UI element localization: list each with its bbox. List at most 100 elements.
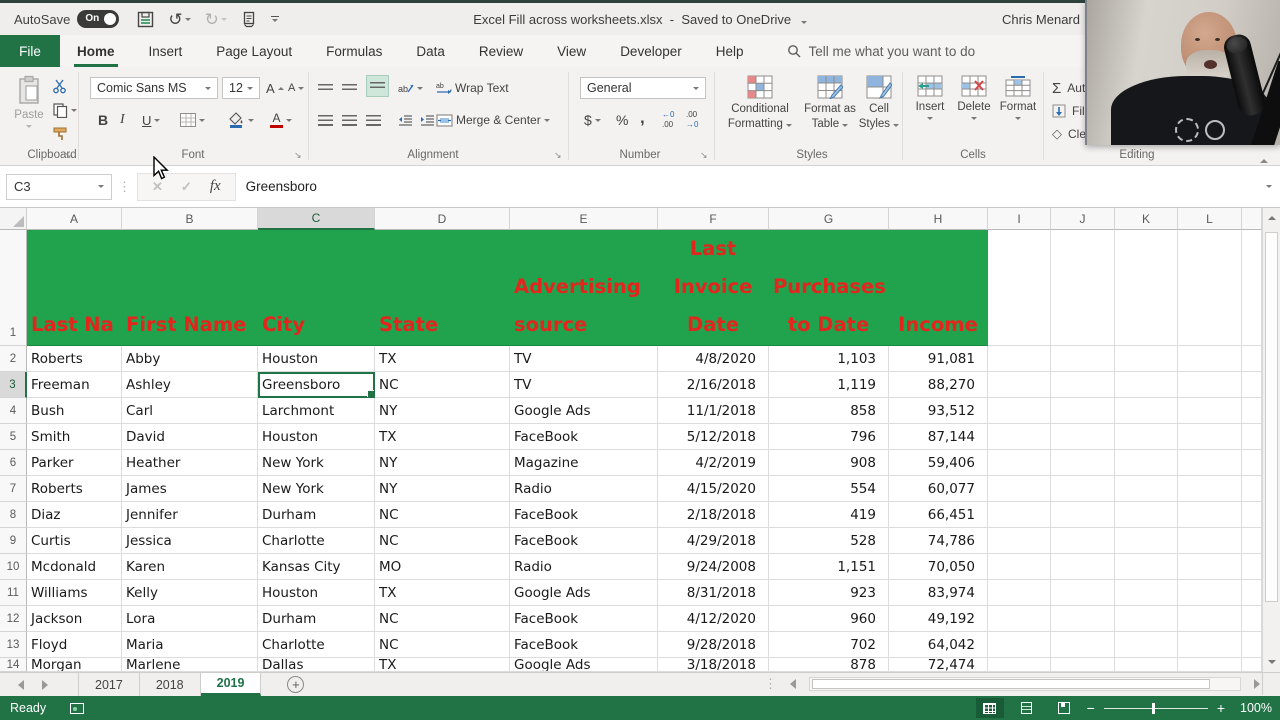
- shrink-font-button[interactable]: A: [288, 77, 304, 99]
- cell[interactable]: New York: [258, 476, 375, 502]
- cell[interactable]: Jackson: [27, 606, 122, 632]
- cell[interactable]: Heather: [122, 450, 258, 476]
- tab-developer[interactable]: Developer: [603, 35, 699, 67]
- cell[interactable]: TV: [510, 372, 658, 398]
- page-break-view-button[interactable]: [1050, 698, 1078, 718]
- cell[interactable]: TX: [375, 346, 510, 372]
- cell[interactable]: 3/18/2018: [658, 658, 769, 672]
- cell[interactable]: [1242, 424, 1262, 450]
- sheet-tab-2018[interactable]: 2018: [140, 673, 201, 696]
- format-as-table-button[interactable]: Format as Table: [800, 75, 860, 132]
- row-header-11[interactable]: 11: [0, 580, 27, 606]
- cell[interactable]: Carl: [122, 398, 258, 424]
- cell[interactable]: [1115, 450, 1178, 476]
- cell[interactable]: [1115, 372, 1178, 398]
- row-header-1[interactable]: 1: [0, 230, 27, 346]
- macro-record-icon[interactable]: [70, 703, 84, 714]
- cell[interactable]: [1115, 476, 1178, 502]
- font-dialog-launcher[interactable]: ↘: [294, 150, 302, 161]
- cell[interactable]: [1051, 450, 1115, 476]
- cell[interactable]: [1178, 398, 1242, 424]
- cell[interactable]: 4/29/2018: [658, 528, 769, 554]
- font-name-select[interactable]: Comic Sans MS: [90, 77, 218, 99]
- formula-input[interactable]: Greensboro: [246, 179, 1266, 194]
- cell[interactable]: Houston: [258, 346, 375, 372]
- page-layout-view-button[interactable]: [1013, 698, 1041, 718]
- cell[interactable]: 74,786: [889, 528, 988, 554]
- cell[interactable]: Karen: [122, 554, 258, 580]
- cell[interactable]: 64,042: [889, 632, 988, 658]
- decrease-decimal-button[interactable]: .00→0: [686, 109, 698, 131]
- cell[interactable]: [1242, 476, 1262, 502]
- cell[interactable]: [1115, 632, 1178, 658]
- row-header-5[interactable]: 5: [0, 424, 27, 450]
- cell[interactable]: 419: [769, 502, 889, 528]
- cell[interactable]: 4/12/2020: [658, 606, 769, 632]
- tell-me-search[interactable]: Tell me what you want to do: [787, 35, 976, 67]
- cell[interactable]: [1051, 606, 1115, 632]
- collapse-ribbon-button[interactable]: [1260, 152, 1268, 166]
- cell[interactable]: Charlotte: [258, 528, 375, 554]
- wrap-text-button[interactable]: ab Wrap Text: [436, 77, 509, 99]
- cell[interactable]: 5/12/2018: [658, 424, 769, 450]
- cell[interactable]: [988, 424, 1051, 450]
- conditional-formatting-button[interactable]: Conditional Formatting: [722, 75, 798, 132]
- merge-center-button[interactable]: Merge & Center: [436, 109, 550, 131]
- cell[interactable]: [1242, 502, 1262, 528]
- cell[interactable]: MO: [375, 554, 510, 580]
- tab-help[interactable]: Help: [699, 35, 761, 67]
- italic-button[interactable]: I: [120, 109, 125, 131]
- cell[interactable]: [1178, 424, 1242, 450]
- cell[interactable]: NY: [375, 450, 510, 476]
- vertical-scrollbar[interactable]: [1262, 208, 1280, 672]
- format-cells-button[interactable]: Format: [996, 75, 1040, 120]
- cell[interactable]: Roberts: [27, 476, 122, 502]
- name-box[interactable]: C3: [6, 174, 112, 200]
- tab-data[interactable]: Data: [399, 35, 462, 67]
- cell[interactable]: [1051, 658, 1115, 672]
- cell[interactable]: [1051, 372, 1115, 398]
- cell[interactable]: Curtis: [27, 528, 122, 554]
- cell[interactable]: [1115, 230, 1178, 346]
- cell[interactable]: [1242, 372, 1262, 398]
- cell[interactable]: Google Ads: [510, 658, 658, 672]
- cell[interactable]: NY: [375, 398, 510, 424]
- cell[interactable]: Larchmont: [258, 398, 375, 424]
- cell[interactable]: 93,512: [889, 398, 988, 424]
- cell[interactable]: 796: [769, 424, 889, 450]
- cell[interactable]: Houston: [258, 424, 375, 450]
- underline-button[interactable]: U: [142, 109, 160, 131]
- cell[interactable]: [1051, 528, 1115, 554]
- column-header-D[interactable]: D: [375, 208, 510, 230]
- cell[interactable]: [988, 606, 1051, 632]
- cell[interactable]: 60,077: [889, 476, 988, 502]
- header-cell[interactable]: Income: [889, 230, 988, 346]
- decrease-indent-button[interactable]: [398, 109, 413, 131]
- prev-sheet-button[interactable]: [18, 680, 24, 690]
- cell[interactable]: [988, 398, 1051, 424]
- cell[interactable]: Morgan: [27, 658, 122, 672]
- column-header-A[interactable]: A: [27, 208, 122, 230]
- header-cell[interactable]: Last Na: [27, 230, 122, 346]
- cancel-entry-button[interactable]: ✕: [152, 179, 163, 195]
- cell[interactable]: NC: [375, 372, 510, 398]
- cut-button[interactable]: [52, 75, 67, 97]
- zoom-level[interactable]: 100%: [1234, 701, 1272, 715]
- insert-cells-button[interactable]: Insert: [908, 75, 952, 120]
- cell[interactable]: NC: [375, 606, 510, 632]
- cell[interactable]: [1115, 502, 1178, 528]
- top-align-button[interactable]: [318, 77, 333, 99]
- cell[interactable]: FaceBook: [510, 424, 658, 450]
- cell[interactable]: David: [122, 424, 258, 450]
- cell[interactable]: [1242, 554, 1262, 580]
- cell[interactable]: 91,081: [889, 346, 988, 372]
- scroll-left-button[interactable]: [785, 676, 801, 692]
- fill-button[interactable]: Fill: [1052, 100, 1087, 122]
- cell[interactable]: 4/2/2019: [658, 450, 769, 476]
- accounting-format-button[interactable]: $: [584, 109, 601, 131]
- cell[interactable]: [1178, 658, 1242, 672]
- cell[interactable]: [1051, 424, 1115, 450]
- cell[interactable]: Durham: [258, 502, 375, 528]
- next-sheet-button[interactable]: [42, 680, 48, 690]
- cell[interactable]: [1242, 606, 1262, 632]
